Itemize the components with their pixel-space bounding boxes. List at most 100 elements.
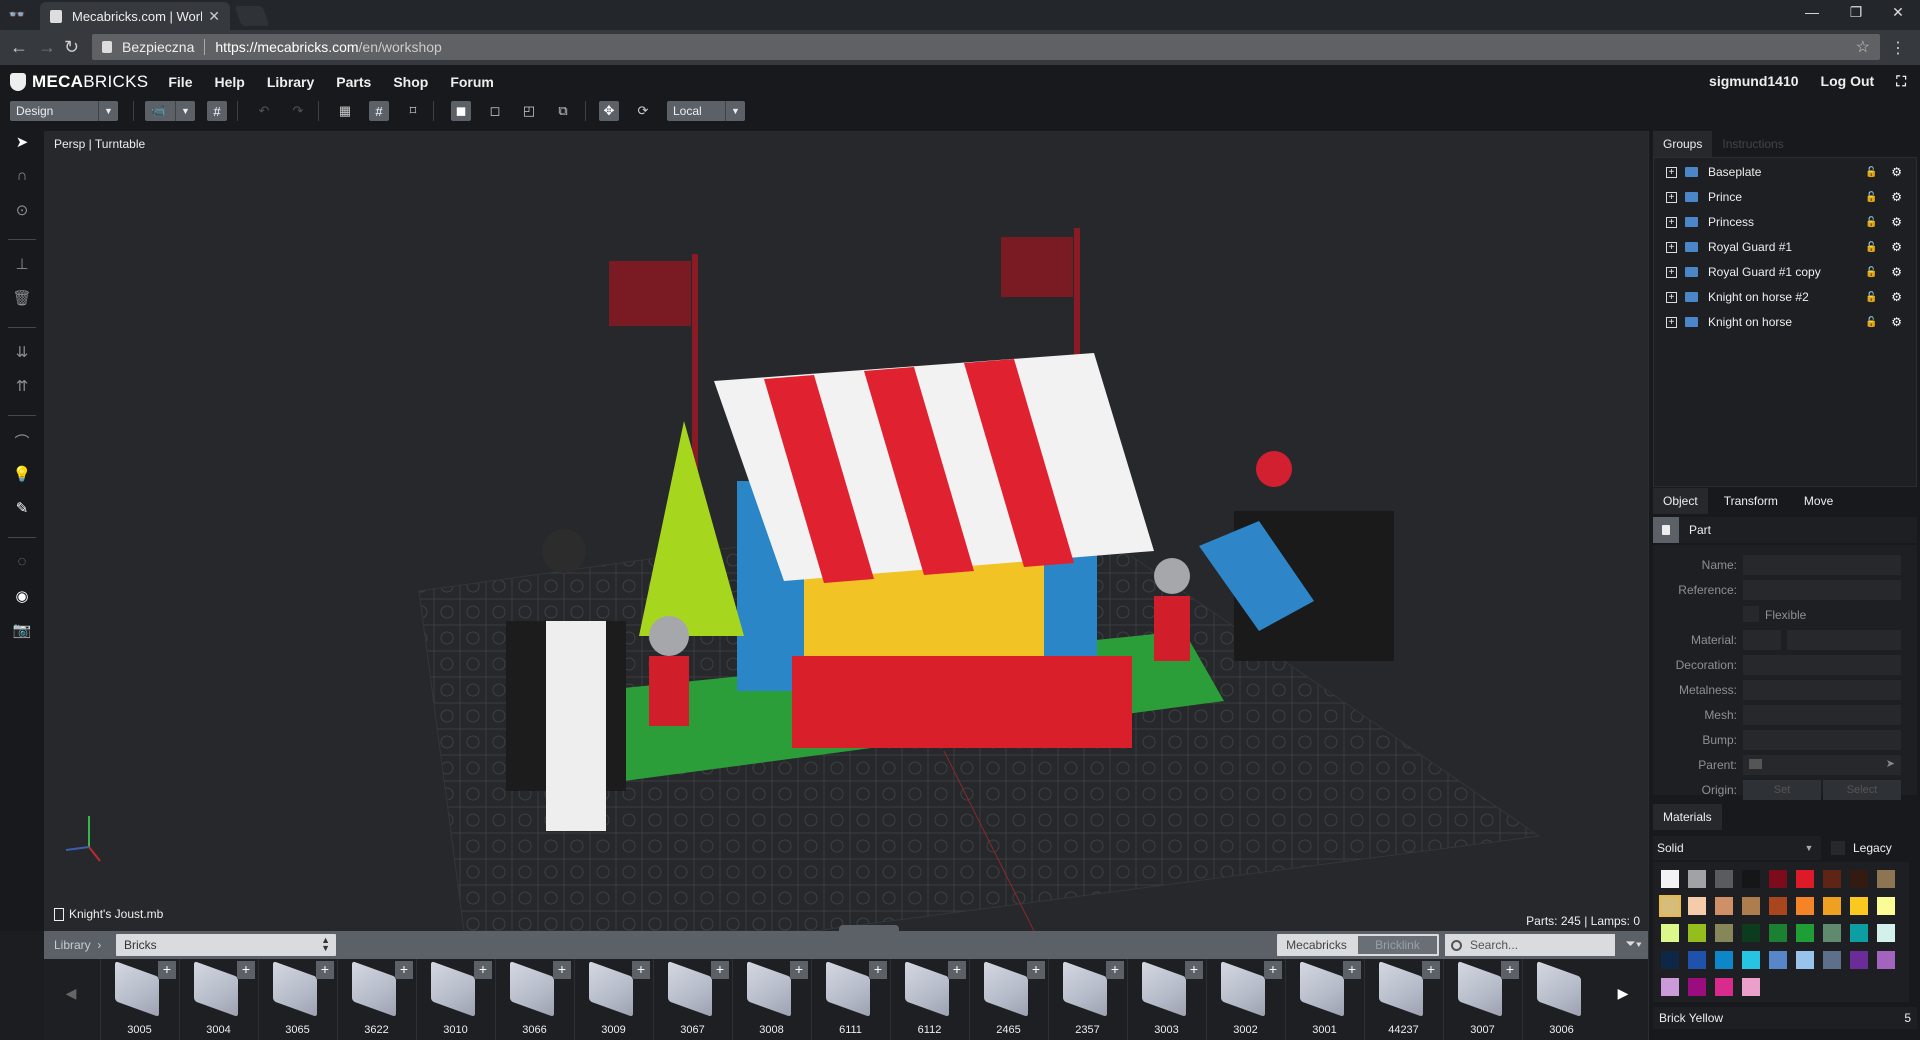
magnet-icon[interactable]: ∩ bbox=[12, 167, 32, 187]
color-swatch[interactable] bbox=[1661, 870, 1679, 888]
scroll-left-icon[interactable]: ◀ bbox=[56, 985, 86, 1002]
color-swatch[interactable] bbox=[1659, 895, 1681, 917]
undo-icon[interactable]: ↶ bbox=[254, 101, 274, 121]
unlock-icon[interactable]: 🔓 bbox=[1865, 317, 1877, 328]
fine-grid-icon[interactable]: ▦ bbox=[335, 101, 355, 121]
menu-file[interactable]: File bbox=[168, 74, 192, 90]
part-tile[interactable]: +3008 bbox=[732, 959, 810, 1040]
mesh-field[interactable] bbox=[1743, 705, 1901, 725]
material-type-select[interactable]: Solid ▼ bbox=[1653, 836, 1821, 860]
gear-icon[interactable]: ⚙ bbox=[1891, 165, 1902, 179]
category-select[interactable]: Bricks ▲ ▼ bbox=[116, 934, 336, 956]
add-part-button[interactable]: + bbox=[790, 961, 808, 979]
group-row[interactable]: + Baseplate 🔓 ⚙ bbox=[1654, 160, 1914, 184]
bookmark-star-icon[interactable]: ☆ bbox=[1856, 37, 1870, 57]
color-swatch[interactable] bbox=[1850, 924, 1868, 942]
name-field[interactable] bbox=[1743, 555, 1901, 575]
color-swatch[interactable] bbox=[1823, 897, 1841, 915]
gear-icon[interactable]: ⚙ bbox=[1891, 290, 1902, 304]
new-tab-button[interactable] bbox=[234, 6, 270, 26]
color-swatch[interactable] bbox=[1661, 924, 1679, 942]
color-swatch[interactable] bbox=[1742, 951, 1760, 969]
scroll-right-icon[interactable]: ▶ bbox=[1608, 985, 1638, 1002]
menu-parts[interactable]: Parts bbox=[336, 74, 371, 90]
redo-icon[interactable]: ↷ bbox=[288, 101, 308, 121]
unlock-icon[interactable]: 🔓 bbox=[1865, 167, 1877, 178]
color-swatch[interactable] bbox=[1742, 870, 1760, 888]
expand-icon[interactable]: + bbox=[1666, 191, 1677, 203]
color-swatch[interactable] bbox=[1823, 924, 1841, 942]
url-input[interactable]: Bezpieczna https://mecabricks.com /en/wo… bbox=[92, 34, 1880, 60]
lightbulb-icon[interactable]: 💡 bbox=[12, 465, 32, 485]
tab-groups[interactable]: Groups bbox=[1653, 131, 1713, 157]
material-name-field[interactable] bbox=[1787, 630, 1901, 650]
material-code-field[interactable] bbox=[1743, 630, 1781, 650]
color-swatch[interactable] bbox=[1715, 897, 1733, 915]
color-swatch[interactable] bbox=[1742, 897, 1760, 915]
forward-icon[interactable]: → bbox=[38, 37, 56, 58]
add-part-button[interactable]: + bbox=[1501, 961, 1519, 979]
menu-library[interactable]: Library bbox=[267, 74, 314, 90]
add-part-button[interactable]: + bbox=[474, 961, 492, 979]
fullscreen-icon[interactable]: ⛶ bbox=[1896, 73, 1906, 90]
color-swatch[interactable] bbox=[1877, 870, 1895, 888]
gear-icon[interactable]: ⚙ bbox=[1891, 315, 1902, 329]
grid-toggle-icon[interactable]: # bbox=[207, 101, 227, 121]
pivot-icon[interactable]: ⊙ bbox=[12, 201, 32, 221]
group-row[interactable]: + Prince 🔓 ⚙ bbox=[1654, 185, 1914, 209]
restore-icon[interactable]: ❐ bbox=[1836, 4, 1876, 21]
part-tile[interactable]: +3002 bbox=[1206, 959, 1284, 1040]
close-tab-icon[interactable]: ✕ bbox=[208, 8, 220, 25]
part-tile[interactable]: 3006 bbox=[1522, 959, 1600, 1040]
color-swatch[interactable] bbox=[1796, 870, 1814, 888]
pick-cursor-icon[interactable]: ➤ bbox=[1886, 757, 1895, 770]
camera-mode-label[interactable]: Persp | Turntable bbox=[54, 137, 145, 151]
reference-field[interactable] bbox=[1743, 580, 1901, 600]
gear-icon[interactable]: ⚙ bbox=[1891, 265, 1902, 279]
filter-icon[interactable]: ⏷▾ bbox=[1625, 936, 1642, 952]
bump-field[interactable] bbox=[1743, 730, 1901, 750]
part-tile[interactable]: +3066 bbox=[495, 959, 573, 1040]
unlock-icon[interactable]: 🔓 bbox=[1865, 267, 1877, 278]
camera-snapshot-icon[interactable]: 📷 bbox=[12, 621, 32, 641]
unlock-icon[interactable]: 🔓 bbox=[1865, 242, 1877, 253]
add-part-button[interactable]: + bbox=[1106, 961, 1124, 979]
free-grid-icon[interactable]: ⌑ bbox=[403, 101, 423, 121]
color-swatch[interactable] bbox=[1796, 951, 1814, 969]
expand-icon[interactable]: + bbox=[1666, 316, 1677, 328]
browser-tab[interactable]: Mecabricks.com | Workshop ✕ bbox=[40, 2, 230, 30]
add-part-button[interactable]: + bbox=[1027, 961, 1045, 979]
add-part-button[interactable]: + bbox=[1343, 961, 1361, 979]
gear-icon[interactable]: ⚙ bbox=[1891, 190, 1902, 204]
color-swatch[interactable] bbox=[1661, 951, 1679, 969]
hide-icon[interactable]: ◌ bbox=[12, 553, 32, 573]
expand-icon[interactable]: + bbox=[1666, 266, 1677, 278]
close-window-icon[interactable]: ✕ bbox=[1878, 4, 1918, 21]
color-swatch[interactable] bbox=[1823, 951, 1841, 969]
part-tile[interactable]: +3004 bbox=[179, 959, 257, 1040]
xray-view-icon[interactable]: ⧉ bbox=[553, 101, 573, 121]
color-swatch[interactable] bbox=[1688, 924, 1706, 942]
add-part-button[interactable]: + bbox=[158, 961, 176, 979]
color-swatch[interactable] bbox=[1742, 924, 1760, 942]
part-tile[interactable]: +44237 bbox=[1364, 959, 1442, 1040]
group-row[interactable]: + Knight on horse #2 🔓 ⚙ bbox=[1654, 285, 1914, 309]
color-swatch[interactable] bbox=[1715, 978, 1733, 996]
tab-instructions[interactable]: Instructions bbox=[1712, 131, 1793, 157]
move-gizmo-icon[interactable]: ✥ bbox=[599, 101, 619, 121]
origin-select-button[interactable]: Select bbox=[1823, 780, 1901, 800]
group-row[interactable]: + Royal Guard #1 copy 🔓 ⚙ bbox=[1654, 260, 1914, 284]
logout-link[interactable]: Log Out bbox=[1821, 73, 1875, 90]
color-swatch[interactable] bbox=[1688, 951, 1706, 969]
unlock-icon[interactable]: 🔓 bbox=[1865, 292, 1877, 303]
part-tile[interactable]: +3010 bbox=[416, 959, 494, 1040]
add-part-button[interactable]: + bbox=[1422, 961, 1440, 979]
menu-shop[interactable]: Shop bbox=[393, 74, 428, 90]
back-icon[interactable]: ← bbox=[10, 37, 28, 58]
rotate-gizmo-icon[interactable]: ⟳ bbox=[633, 101, 653, 121]
color-swatch[interactable] bbox=[1769, 924, 1787, 942]
minimize-icon[interactable]: — bbox=[1792, 4, 1832, 20]
part-tile[interactable]: +2357 bbox=[1048, 959, 1126, 1040]
stack-down-icon[interactable]: ⇊ bbox=[12, 343, 32, 363]
color-swatch[interactable] bbox=[1715, 951, 1733, 969]
